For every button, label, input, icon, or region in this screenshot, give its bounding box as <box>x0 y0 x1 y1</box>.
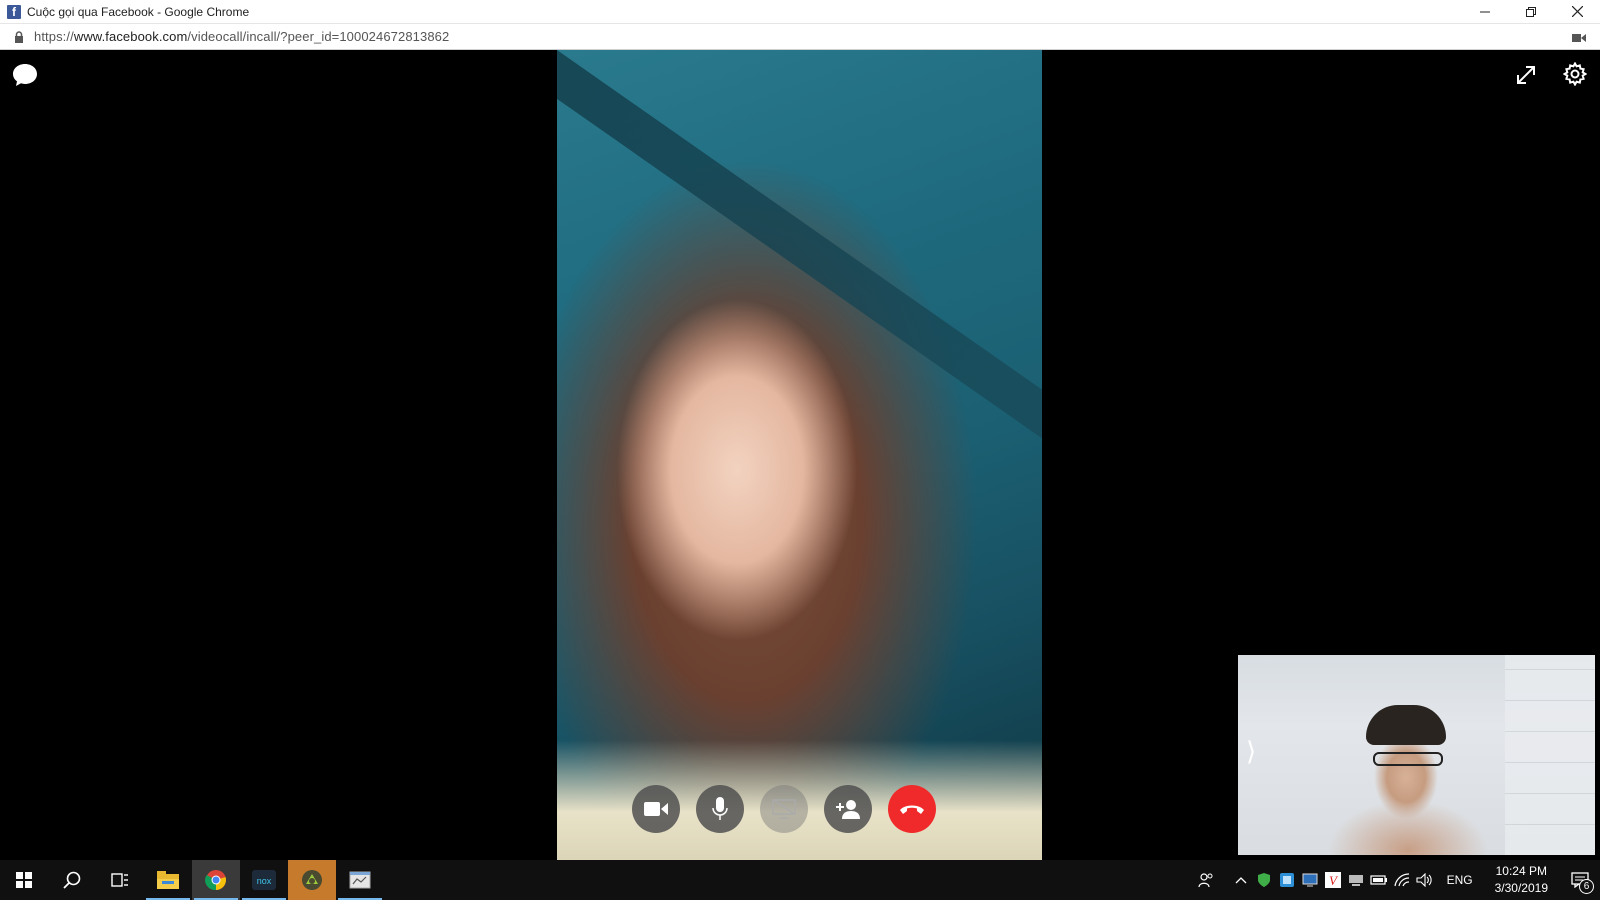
minimize-icon <box>1480 11 1490 12</box>
windows-taskbar: nox V ENG 10:24 PM 3/30/2019 6 <box>0 860 1600 900</box>
android-icon <box>302 870 322 890</box>
app-tray-button[interactable] <box>1276 860 1299 900</box>
android-app-button[interactable] <box>288 860 336 900</box>
wifi-icon <box>1394 873 1410 887</box>
self-view-glasses <box>1373 752 1443 766</box>
camera-in-use-icon[interactable] <box>1572 30 1586 48</box>
remote-video-background <box>557 50 1042 599</box>
window-titlebar: f Cuộc gọi qua Facebook - Google Chrome <box>0 0 1600 23</box>
close-icon <box>1571 6 1583 17</box>
video-call-area: ⟩ <box>0 50 1600 860</box>
file-explorer-button[interactable] <box>144 860 192 900</box>
vietkey-tray-button[interactable]: V <box>1322 860 1345 900</box>
volume-button[interactable] <box>1414 860 1437 900</box>
battery-icon <box>1370 875 1388 885</box>
shield-icon <box>1258 873 1271 887</box>
chat-bubble-icon[interactable] <box>12 62 38 93</box>
clock[interactable]: 10:24 PM 3/30/2019 <box>1483 863 1560 897</box>
end-call-button[interactable] <box>888 785 936 833</box>
microphone-icon <box>712 797 728 820</box>
restore-button[interactable] <box>1508 0 1554 23</box>
file-explorer-icon <box>157 871 179 889</box>
address-bar[interactable]: https://www.facebook.com/videocall/incal… <box>0 23 1600 50</box>
lock-icon[interactable] <box>12 30 26 44</box>
restore-icon <box>1526 6 1536 17</box>
wifi-button[interactable] <box>1391 860 1414 900</box>
device-icon <box>1349 875 1364 886</box>
network-device-tray-button[interactable] <box>1345 860 1368 900</box>
screen-share-icon <box>772 799 796 819</box>
call-controls <box>632 785 936 833</box>
mic-button[interactable] <box>696 785 744 833</box>
expand-icon[interactable] <box>1515 64 1537 91</box>
windows-start-icon <box>16 872 32 888</box>
display-tray-button[interactable] <box>1299 860 1322 900</box>
security-tray-button[interactable] <box>1253 860 1276 900</box>
blue-app-icon <box>1280 873 1295 887</box>
window-title: Cuộc gọi qua Facebook - Google Chrome <box>27 4 250 19</box>
monitor-icon <box>1302 873 1318 887</box>
add-person-icon <box>836 800 860 819</box>
clock-time: 10:24 PM <box>1495 864 1547 878</box>
search-icon <box>63 871 81 889</box>
remote-video <box>557 50 1042 860</box>
url-path: /videocall/incall/?peer_id=1000246728138… <box>187 29 450 44</box>
battery-button[interactable] <box>1368 860 1391 900</box>
collapse-self-view-icon[interactable]: ⟩ <box>1246 737 1256 767</box>
people-icon <box>1198 873 1213 888</box>
app-window-icon <box>349 871 371 889</box>
nox-button[interactable]: nox <box>240 860 288 900</box>
url-text[interactable]: https://www.facebook.com/videocall/incal… <box>34 29 449 44</box>
phone-hangup-icon <box>900 805 924 814</box>
minimize-button[interactable] <box>1462 0 1508 23</box>
gear-icon[interactable] <box>1562 61 1588 91</box>
task-view-button[interactable] <box>96 860 144 900</box>
camera-button[interactable] <box>632 785 680 833</box>
notification-count-badge: 6 <box>1579 879 1594 894</box>
chevron-up-icon <box>1235 877 1247 884</box>
input-language-indicator[interactable]: ENG <box>1437 873 1483 887</box>
window-controls <box>1462 0 1600 23</box>
self-view-video[interactable]: ⟩ <box>1238 655 1595 855</box>
nox-icon: nox <box>252 870 276 890</box>
v-letter-icon: V <box>1325 872 1342 888</box>
start-button[interactable] <box>0 860 48 900</box>
speaker-icon <box>1416 873 1432 887</box>
self-view-person <box>1366 705 1446 745</box>
action-center-button[interactable]: 6 <box>1560 860 1600 900</box>
app-window-button[interactable] <box>336 860 384 900</box>
chrome-icon <box>205 870 226 891</box>
url-domain: www.facebook.com <box>73 29 188 44</box>
facebook-favicon-icon: f <box>7 4 21 19</box>
svg-text:nox: nox <box>257 876 272 886</box>
system-tray: V ENG 10:24 PM 3/30/2019 6 <box>1195 860 1600 900</box>
screen-share-button[interactable] <box>760 785 808 833</box>
self-view-background <box>1505 655 1595 855</box>
search-button[interactable] <box>48 860 96 900</box>
add-person-button[interactable] <box>824 785 872 833</box>
video-camera-icon <box>644 802 668 816</box>
close-button[interactable] <box>1554 0 1600 23</box>
people-button[interactable] <box>1195 860 1218 900</box>
task-view-icon <box>111 873 128 887</box>
url-scheme: https:// <box>34 29 74 44</box>
clock-date: 3/30/2019 <box>1494 881 1548 895</box>
show-hidden-icons-button[interactable] <box>1230 860 1253 900</box>
chrome-button[interactable] <box>192 860 240 900</box>
